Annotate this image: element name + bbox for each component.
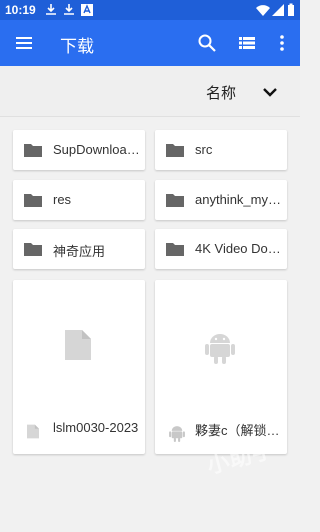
folder-icon — [166, 194, 184, 207]
app-notification-icon — [81, 4, 93, 16]
app-bar: 下载 — [0, 20, 300, 66]
search-icon[interactable] — [197, 33, 217, 53]
page-title: 下载 — [60, 37, 94, 56]
folder-name: 4K Video Downloader — [195, 241, 283, 256]
battery-icon — [288, 3, 294, 16]
folder-icon — [24, 144, 42, 157]
file-preview — [13, 280, 145, 400]
file-name: lslm0030-2023 — [53, 420, 139, 435]
folder-item[interactable]: anythink_mytarget — [155, 180, 287, 220]
folder-name: 神奇应用 — [53, 244, 106, 259]
wifi-icon — [256, 5, 270, 16]
folder-icon — [24, 243, 42, 256]
folder-item[interactable]: res — [13, 180, 145, 220]
menu-icon[interactable] — [14, 33, 34, 53]
sort-label[interactable]: 名称 — [206, 82, 236, 103]
file-icon — [65, 330, 91, 360]
download-notification-icon — [64, 4, 74, 15]
status-time: 10:19 — [5, 3, 36, 17]
folder-icon — [166, 243, 184, 256]
signal-icon — [272, 4, 284, 16]
folder-item[interactable]: 4K Video Downloader — [155, 229, 287, 269]
folder-name: src — [195, 142, 213, 157]
folder-item[interactable]: src — [155, 130, 287, 170]
more-vert-icon[interactable] — [272, 33, 292, 53]
sort-bar[interactable]: 名称 — [0, 66, 300, 117]
view-list-icon[interactable] — [237, 33, 257, 53]
android-icon — [169, 426, 185, 442]
download-notification-icon — [46, 4, 56, 15]
chevron-down-icon[interactable] — [261, 83, 279, 101]
folder-icon — [166, 144, 184, 157]
folder-name: SupDownloader — [53, 142, 141, 157]
folder-name: res — [53, 192, 72, 207]
folder-item[interactable]: SupDownloader — [13, 130, 145, 170]
file-icon — [27, 424, 39, 439]
file-item[interactable]: lslm0030-2023 — [13, 280, 145, 454]
file-item[interactable]: 夥妻c（解锁版） — [155, 280, 287, 454]
folder-name: anythink_mytarget — [195, 192, 283, 207]
android-icon — [205, 334, 235, 364]
folder-icon — [24, 194, 42, 207]
folder-item[interactable]: 神奇应用 — [13, 229, 145, 269]
file-preview — [155, 280, 287, 400]
status-bar: 10:19 — [0, 0, 300, 20]
